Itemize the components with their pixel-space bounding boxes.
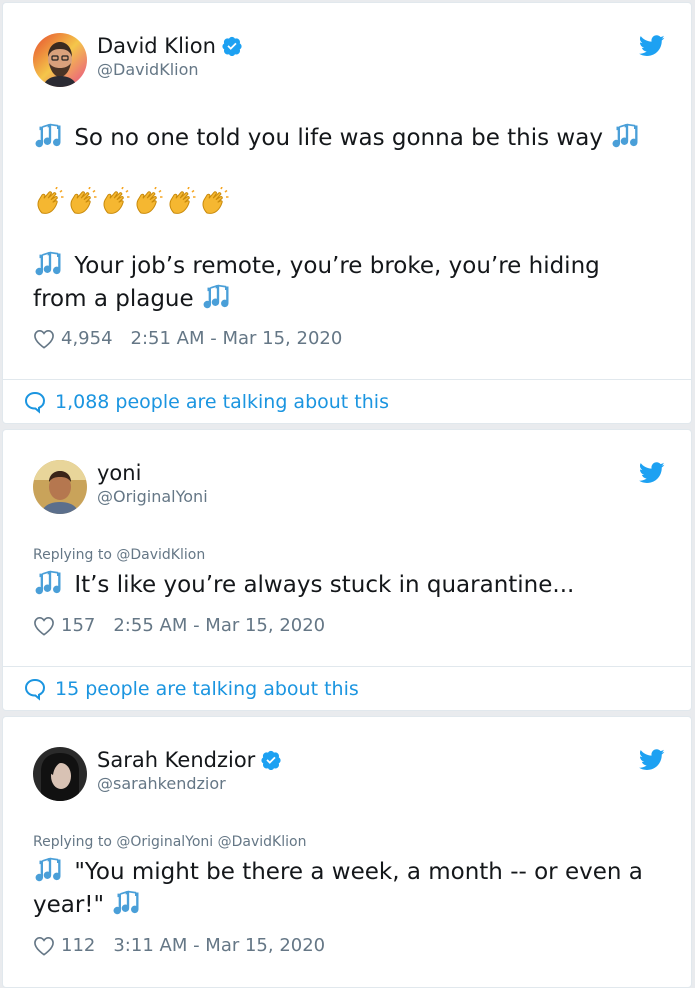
tweet-text: It’s like you’re always stuck in quarant… <box>74 572 575 598</box>
tweet-text-line: Your job’s remote, you’re broke, you’re … <box>33 250 667 283</box>
music-notes-icon <box>201 283 235 311</box>
tweet-meta: 157 2:55 AM - Mar 15, 2020 <box>33 615 325 636</box>
verified-badge-icon <box>261 750 281 770</box>
tweet-timestamp[interactable]: 2:51 AM - Mar 15, 2020 <box>131 328 343 349</box>
music-notes-icon <box>111 889 145 917</box>
avatar[interactable] <box>33 33 87 87</box>
tweet-timestamp[interactable]: 3:11 AM - Mar 15, 2020 <box>113 935 325 956</box>
heart-icon[interactable] <box>33 936 55 956</box>
replying-to[interactable]: Replying to @DavidKlion <box>33 547 205 563</box>
comment-bubble-icon <box>23 390 47 414</box>
talking-about-link[interactable]: 1,088 people are talking about this <box>3 379 691 424</box>
display-name[interactable]: Sarah Kendzior <box>97 747 281 773</box>
display-name[interactable]: yoni <box>97 460 141 486</box>
user-handle[interactable]: @sarahkendzior <box>97 774 226 793</box>
talking-about-text[interactable]: 1,088 people are talking about this <box>55 391 389 413</box>
display-name-text[interactable]: yoni <box>97 460 141 486</box>
talking-about-link[interactable]: 15 people are talking about this <box>3 666 691 711</box>
clapping-hands-icon <box>33 187 67 217</box>
tweet-text: So no one told you life was gonna be thi… <box>74 125 603 151</box>
tweet-meta: 112 3:11 AM - Mar 15, 2020 <box>33 935 325 956</box>
tweet-text-line: "You might be there a week, a month -- o… <box>33 856 667 889</box>
tweet-text-line: It’s like you’re always stuck in quarant… <box>33 569 667 602</box>
user-handle[interactable]: @OriginalYoni <box>97 487 208 506</box>
tweet-card: yoni @OriginalYoni Replying to @DavidKli… <box>2 429 692 711</box>
tweet-card: David Klion @DavidKlion So no one told y… <box>2 2 692 424</box>
comment-bubble-icon <box>23 677 47 701</box>
tweet-text-line: year!" <box>33 889 667 922</box>
like-count: 4,954 <box>61 328 113 349</box>
twitter-bird-icon[interactable] <box>639 462 665 484</box>
display-name[interactable]: David Klion <box>97 33 242 59</box>
tweet-meta: 4,954 2:51 AM - Mar 15, 2020 <box>33 328 342 349</box>
tweet-card: Sarah Kendzior @sarahkendzior Replying t… <box>2 716 692 988</box>
user-handle[interactable]: @DavidKlion <box>97 60 199 79</box>
heart-icon[interactable] <box>33 616 55 636</box>
verified-badge-icon <box>222 36 242 56</box>
like-count: 112 <box>61 935 96 956</box>
clapping-hands-icon <box>165 187 199 217</box>
tweet-timestamp[interactable]: 2:55 AM - Mar 15, 2020 <box>113 615 325 636</box>
replying-to[interactable]: Replying to @OriginalYoni @DavidKlion <box>33 834 306 850</box>
music-notes-icon <box>33 569 67 597</box>
talking-about-text[interactable]: 15 people are talking about this <box>55 678 359 700</box>
twitter-bird-icon[interactable] <box>639 749 665 771</box>
avatar[interactable] <box>33 747 87 801</box>
tweet-text: Your job’s remote, you’re broke, you’re … <box>74 253 600 279</box>
clapping-emoji-row <box>33 187 231 217</box>
display-name-text[interactable]: David Klion <box>97 33 216 59</box>
twitter-bird-icon[interactable] <box>639 35 665 57</box>
tweet-text: year!" <box>33 892 105 918</box>
avatar[interactable] <box>33 460 87 514</box>
tweet-text: "You might be there a week, a month -- o… <box>74 859 643 885</box>
clapping-hands-icon <box>198 187 232 217</box>
music-notes-icon <box>610 122 644 150</box>
tweet-text-line: So no one told you life was gonna be thi… <box>33 122 667 155</box>
display-name-text[interactable]: Sarah Kendzior <box>97 747 255 773</box>
tweet-text-line: from a plague <box>33 283 667 316</box>
music-notes-icon <box>33 856 67 884</box>
heart-icon[interactable] <box>33 329 55 349</box>
clapping-hands-icon <box>99 187 133 217</box>
clapping-hands-icon <box>132 187 166 217</box>
clapping-hands-icon <box>66 187 100 217</box>
music-notes-icon <box>33 250 67 278</box>
like-count: 157 <box>61 615 96 636</box>
tweet-text: from a plague <box>33 286 194 312</box>
music-notes-icon <box>33 122 67 150</box>
